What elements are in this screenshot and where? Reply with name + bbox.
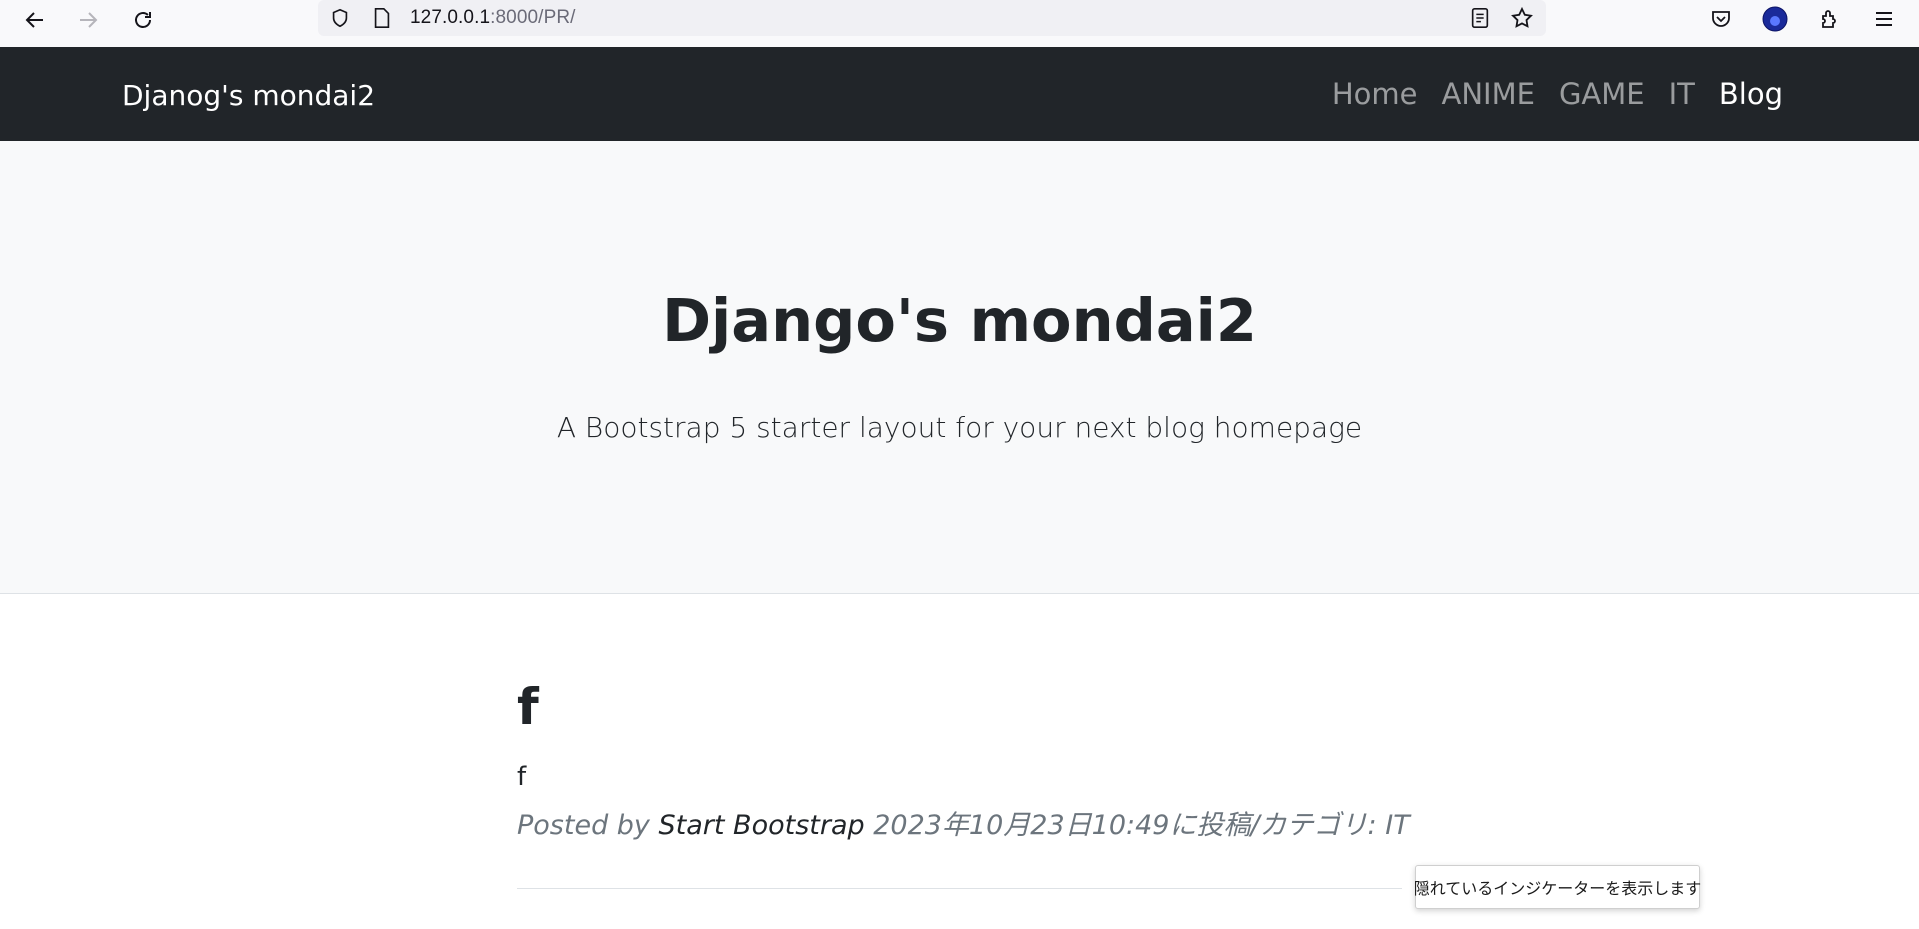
page-title: Django's mondai2 bbox=[662, 286, 1257, 355]
post-meta: Posted by Start Bootstrap 2023年10月23日10:… bbox=[517, 803, 1410, 842]
url-path: :8000/PR/ bbox=[490, 7, 576, 28]
post-author-link[interactable]: Start Bootstrap bbox=[659, 810, 865, 841]
menu-icon[interactable] bbox=[1869, 4, 1899, 34]
post-subtitle[interactable]: f bbox=[517, 762, 526, 792]
navbar-brand[interactable]: Djanog's mondai2 bbox=[122, 79, 375, 112]
page-header: Django's mondai2 A Bootstrap 5 starter l… bbox=[0, 141, 1919, 594]
bookmark-star-icon[interactable] bbox=[1510, 6, 1534, 30]
nav-link-game[interactable]: GAME bbox=[1559, 77, 1645, 111]
nav-link-home[interactable]: Home bbox=[1332, 77, 1418, 111]
pocket-icon[interactable] bbox=[1706, 4, 1736, 34]
forward-arrow-icon[interactable] bbox=[72, 4, 104, 36]
reader-view-icon[interactable] bbox=[1468, 6, 1492, 30]
nav-link-anime[interactable]: ANIME bbox=[1442, 77, 1535, 111]
extensions-icon[interactable] bbox=[1815, 4, 1845, 34]
url-host: 127.0.0.1 bbox=[410, 7, 491, 28]
url-bar[interactable]: 127.0.0.1:8000/PR/ bbox=[318, 0, 1546, 36]
page-lead: A Bootstrap 5 starter layout for your ne… bbox=[556, 411, 1363, 444]
nav-link-blog[interactable]: Blog bbox=[1719, 77, 1783, 111]
site-navbar: Djanog's mondai2 Home ANIME GAME IT Blog bbox=[0, 47, 1919, 141]
reload-icon[interactable] bbox=[127, 4, 159, 36]
post-meta-prefix: Posted by bbox=[517, 810, 659, 841]
nav-links: Home ANIME GAME IT Blog bbox=[1308, 77, 1783, 111]
nav-link-it[interactable]: IT bbox=[1669, 77, 1695, 111]
shield-icon[interactable] bbox=[328, 6, 352, 30]
url-text[interactable]: 127.0.0.1:8000/PR/ bbox=[410, 7, 576, 29]
back-arrow-icon[interactable] bbox=[19, 4, 51, 36]
browser-toolbar: 127.0.0.1:8000/PR/ bbox=[0, 0, 1919, 47]
post-title[interactable]: f bbox=[517, 678, 539, 736]
account-avatar-icon[interactable] bbox=[1760, 4, 1790, 34]
page-icon[interactable] bbox=[370, 6, 394, 30]
hidden-indicators-tooltip: 隠れているインジケーターを表示します bbox=[1414, 865, 1701, 909]
post-divider bbox=[517, 888, 1402, 889]
post-meta-date-category: 2023年10月23日10:49に投稿/カテゴリ: IT bbox=[864, 810, 1410, 841]
